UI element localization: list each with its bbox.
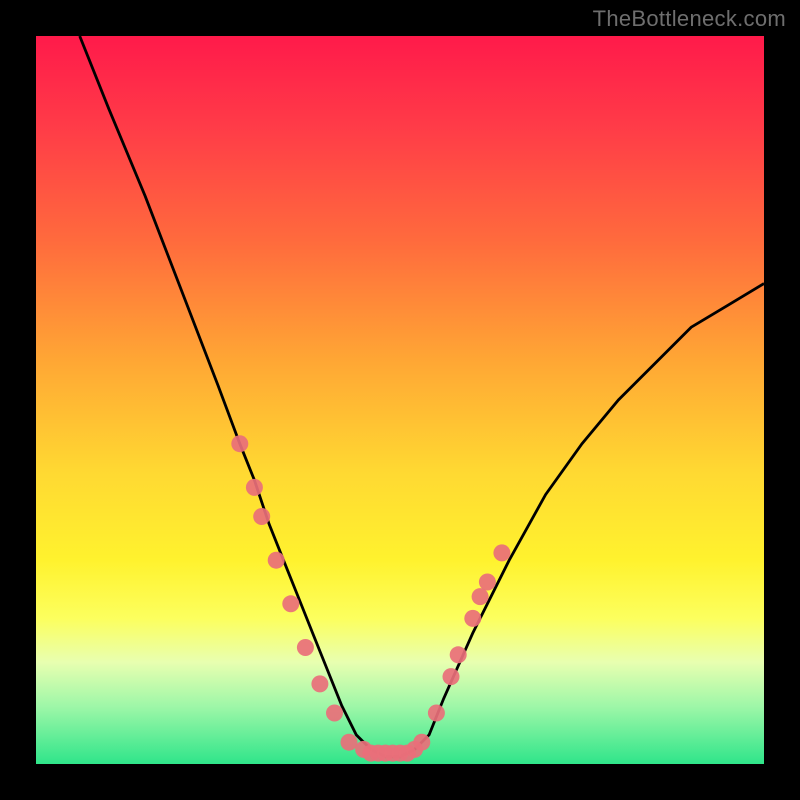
bottleneck-curve — [80, 36, 764, 757]
data-marker — [450, 646, 467, 663]
watermark-text: TheBottleneck.com — [593, 6, 786, 32]
curve-markers — [231, 435, 510, 761]
data-marker — [282, 595, 299, 612]
data-marker — [246, 479, 263, 496]
data-marker — [341, 734, 358, 751]
data-marker — [464, 610, 481, 627]
data-marker — [253, 508, 270, 525]
data-marker — [413, 734, 430, 751]
curve-path-group — [80, 36, 764, 757]
data-marker — [326, 705, 343, 722]
data-marker — [428, 705, 445, 722]
data-marker — [297, 639, 314, 656]
data-marker — [443, 668, 460, 685]
data-marker — [231, 435, 248, 452]
data-marker — [493, 544, 510, 561]
chart-frame: TheBottleneck.com — [0, 0, 800, 800]
chart-svg — [36, 36, 764, 764]
data-marker — [268, 552, 285, 569]
data-marker — [311, 675, 328, 692]
chart-plot-area — [36, 36, 764, 764]
data-marker — [472, 588, 489, 605]
data-marker — [479, 574, 496, 591]
